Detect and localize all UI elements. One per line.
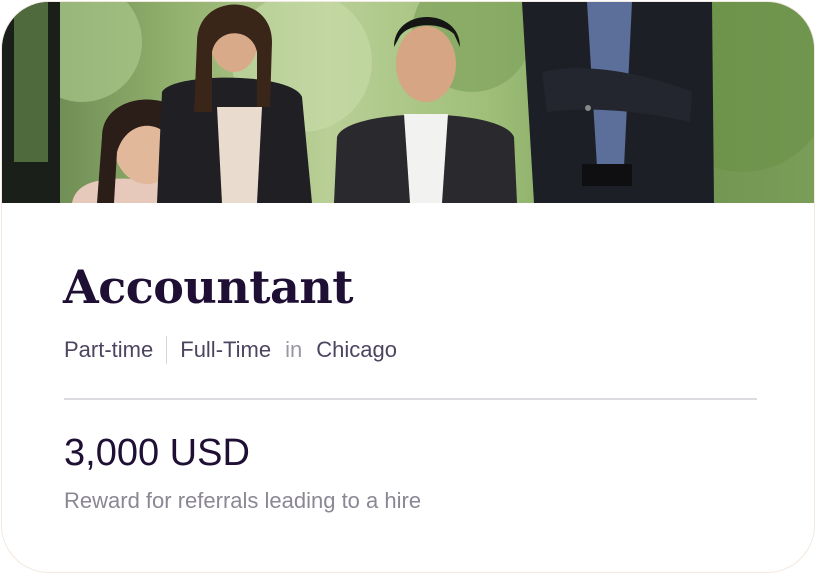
location-connector: in	[285, 337, 303, 362]
job-meta: Part-time Full-Time in Chicago	[64, 336, 397, 364]
employment-type-full-time: Full-Time	[180, 337, 272, 362]
job-title: Accountant	[63, 260, 354, 314]
meta-separator	[166, 336, 168, 364]
reward-amount: 3,000 USD	[64, 432, 250, 474]
team-photo	[2, 2, 814, 203]
team-photo-illustration	[2, 2, 814, 203]
employment-type-part-time: Part-time	[64, 337, 154, 362]
divider	[64, 398, 757, 400]
job-card[interactable]: Accountant Part-time Full-Time in Chicag…	[1, 1, 815, 573]
job-location: Chicago	[316, 337, 397, 362]
reward-caption: Reward for referrals leading to a hire	[64, 488, 422, 513]
